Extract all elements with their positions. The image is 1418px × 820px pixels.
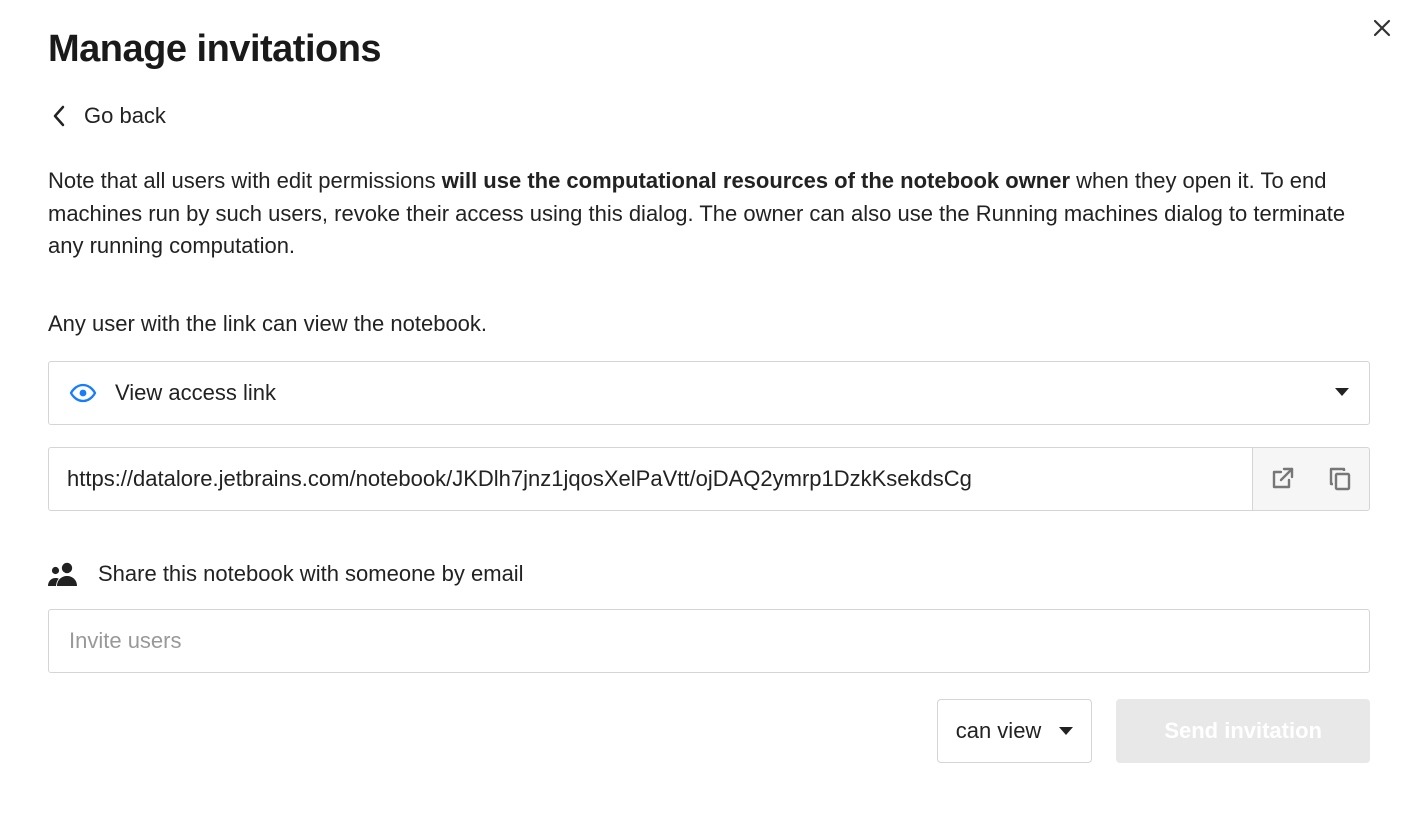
permission-dropdown-label: can view xyxy=(956,718,1042,744)
permissions-note: Note that all users with edit permission… xyxy=(48,165,1370,263)
note-bold: will use the computational resources of … xyxy=(442,168,1070,193)
copy-link-button[interactable] xyxy=(1311,448,1369,510)
external-link-icon xyxy=(1269,466,1295,492)
permission-dropdown[interactable]: can view xyxy=(937,699,1093,763)
link-actions xyxy=(1252,447,1370,511)
open-link-button[interactable] xyxy=(1253,448,1311,510)
footer-actions: can view Send invitation xyxy=(48,699,1370,763)
share-link-row xyxy=(48,447,1370,511)
close-button[interactable] xyxy=(1368,14,1396,42)
link-info-text: Any user with the link can view the note… xyxy=(48,311,1370,337)
eye-icon xyxy=(69,383,97,403)
chevron-left-icon xyxy=(52,105,66,127)
send-invitation-button[interactable]: Send invitation xyxy=(1116,699,1370,763)
dialog-title: Manage invitations xyxy=(48,28,1370,71)
share-heading-text: Share this notebook with someone by emai… xyxy=(98,561,524,587)
access-level-dropdown[interactable]: View access link xyxy=(48,361,1370,425)
go-back-label: Go back xyxy=(84,103,166,129)
share-link-input[interactable] xyxy=(48,447,1252,511)
caret-down-icon xyxy=(1335,384,1349,402)
note-prefix: Note that all users with edit permission… xyxy=(48,168,442,193)
share-by-email-heading: Share this notebook with someone by emai… xyxy=(48,561,1370,587)
people-icon xyxy=(48,561,78,587)
invite-users-input[interactable] xyxy=(48,609,1370,673)
copy-icon xyxy=(1327,466,1353,492)
access-dropdown-label: View access link xyxy=(115,380,1335,406)
go-back-button[interactable]: Go back xyxy=(52,103,166,129)
caret-down-icon xyxy=(1059,726,1073,736)
close-icon xyxy=(1372,18,1392,38)
